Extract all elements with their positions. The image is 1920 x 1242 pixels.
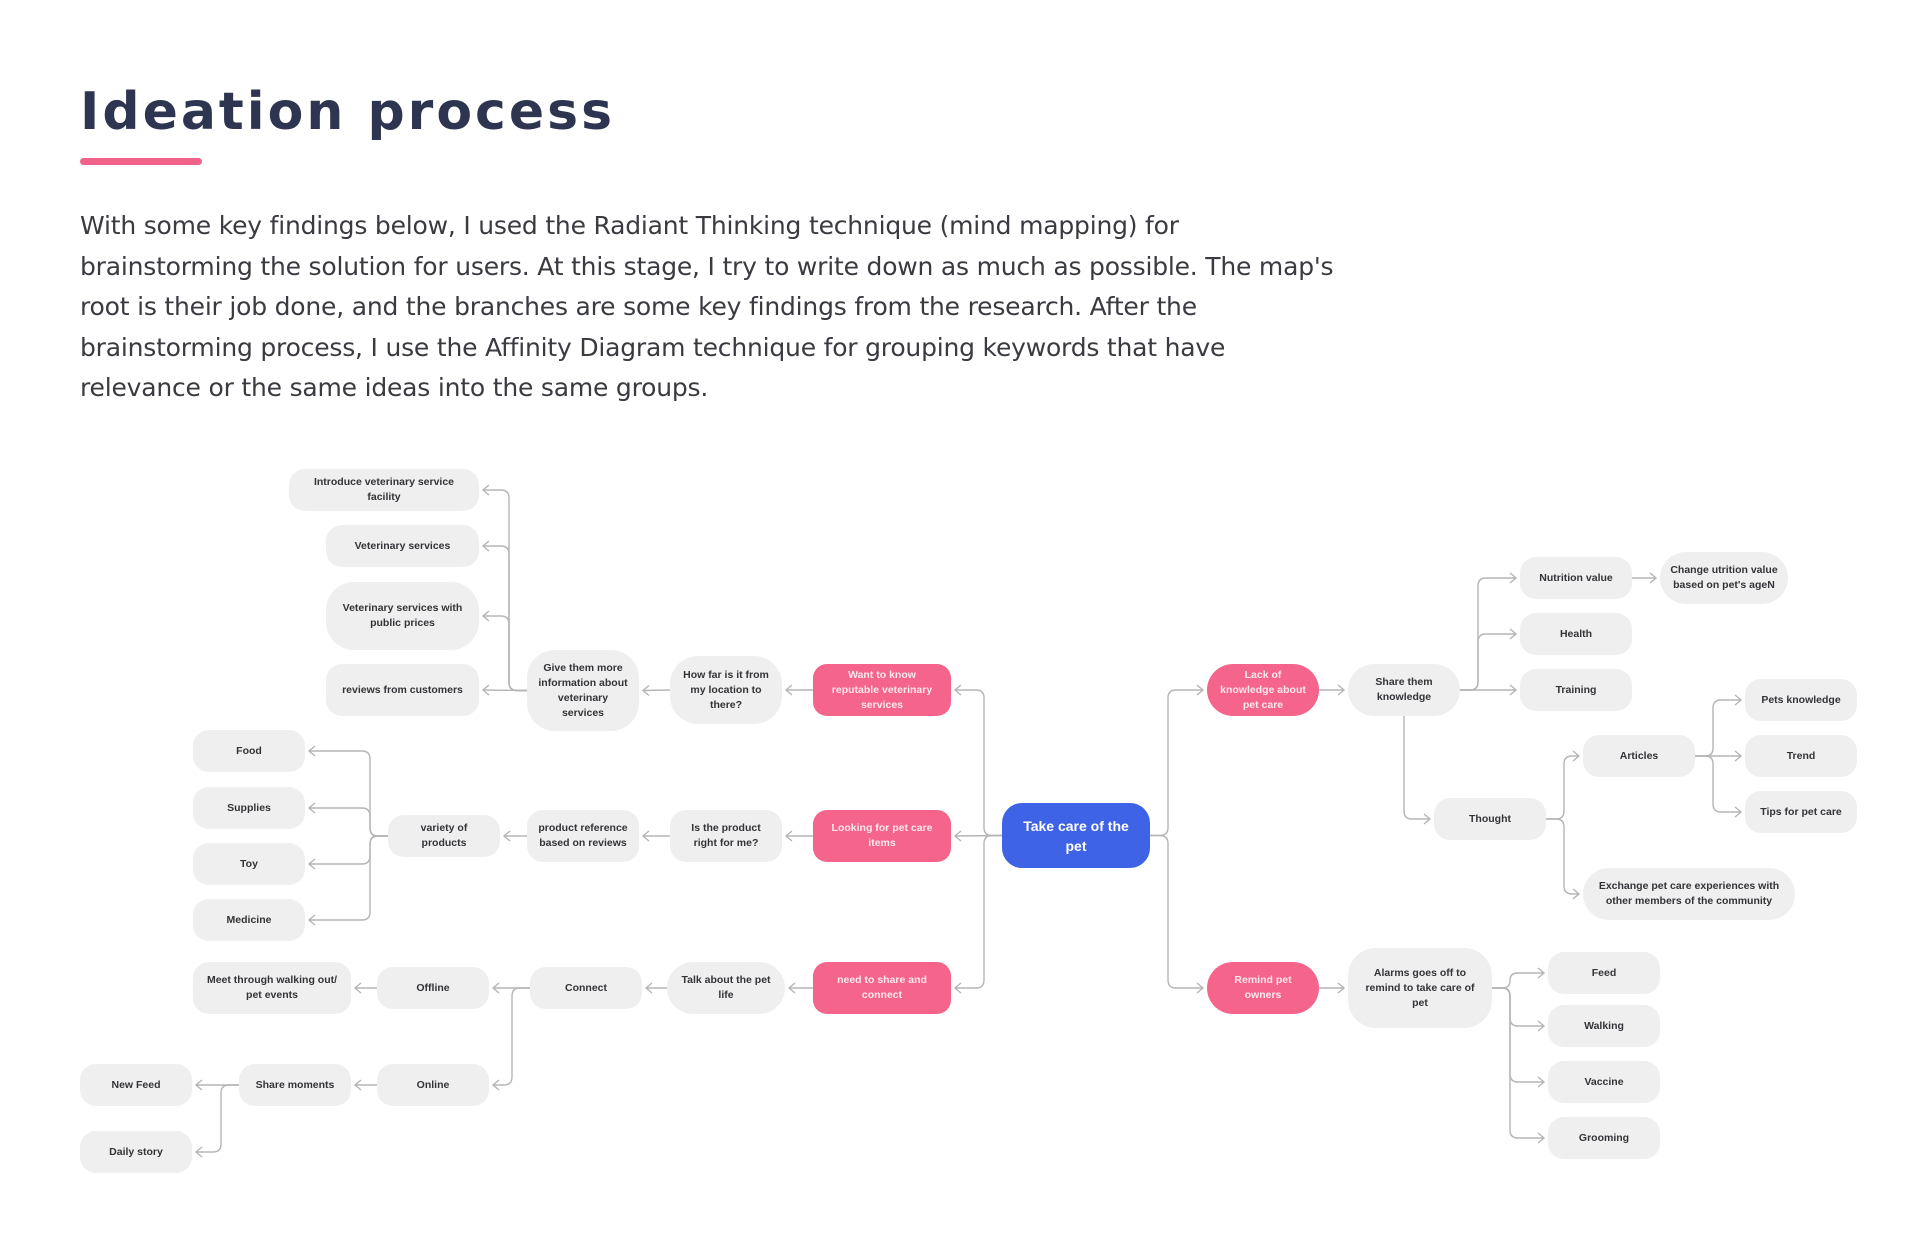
idea-node-trend: Trend xyxy=(1745,735,1857,777)
idea-node-daily-story: Daily story xyxy=(80,1131,192,1173)
connector-line xyxy=(642,689,671,692)
connector-line xyxy=(955,834,1002,989)
connector-layer xyxy=(194,484,1743,1158)
idea-node-product-right: Is the product right for me? xyxy=(670,810,782,862)
connector-line xyxy=(309,835,388,865)
idea-node-online: Online xyxy=(377,1064,489,1106)
finding-node-lack-knowledge: Lack of knowledge about pet care xyxy=(1207,664,1319,716)
connector-line xyxy=(483,545,527,692)
idea-node-pets-knowledge: Pets knowledge xyxy=(1745,679,1857,721)
idea-node-nutrition: Nutrition value xyxy=(1520,557,1632,599)
connector-line xyxy=(196,1084,239,1153)
idea-node-intro-facility: Introduce veterinary service facility xyxy=(289,469,479,511)
connector-line xyxy=(1546,755,1579,820)
idea-node-tips: Tips for pet care xyxy=(1745,791,1857,833)
idea-node-toy: Toy xyxy=(193,843,305,885)
idea-node-connect: Connect xyxy=(530,967,642,1009)
connector-line xyxy=(309,750,388,837)
connector-line xyxy=(1460,633,1516,691)
connector-line xyxy=(483,489,527,692)
idea-node-exchange: Exchange pet care experiences with other… xyxy=(1583,868,1795,920)
connector-line xyxy=(309,807,388,837)
connector-line xyxy=(483,615,527,692)
finding-node-remind: Remind pet owners xyxy=(1207,962,1319,1014)
idea-node-food: Food xyxy=(193,730,305,772)
root-node: Take care of the pet xyxy=(1002,803,1150,868)
connector-line xyxy=(1492,987,1544,1083)
idea-node-grooming: Grooming xyxy=(1548,1117,1660,1159)
idea-node-reviews: reviews from customers xyxy=(326,664,479,716)
idea-node-walking: Walking xyxy=(1548,1005,1660,1047)
connector-line xyxy=(1492,987,1544,1139)
connector-line xyxy=(1150,834,1203,989)
idea-node-share-knowledge: Share them knowledge xyxy=(1348,664,1460,716)
idea-node-medicine: Medicine xyxy=(193,899,305,941)
idea-node-vet-services: Veterinary services xyxy=(326,525,479,567)
idea-node-new-feed: New Feed xyxy=(80,1064,192,1106)
idea-node-vet-prices: Veterinary services with public prices xyxy=(326,582,479,650)
connector-line xyxy=(1695,699,1741,757)
mind-map: Take care of the pet Want to know reputa… xyxy=(0,0,1920,1242)
connector-line xyxy=(1492,987,1544,1027)
idea-node-articles: Articles xyxy=(1583,735,1695,777)
idea-node-talk-pet: Talk about the pet life xyxy=(667,962,785,1014)
connector-line xyxy=(309,835,388,921)
connector-line xyxy=(493,987,530,1086)
connector-line xyxy=(1546,818,1579,895)
idea-node-how-far: How far is it from my location to there? xyxy=(670,656,782,724)
idea-node-product-ref: product reference based on reviews xyxy=(527,810,639,862)
finding-node-want-vet: Want to know reputable veterinary servic… xyxy=(813,664,951,716)
connector-line xyxy=(482,689,528,692)
connector-line xyxy=(1150,689,1203,837)
idea-node-health: Health xyxy=(1520,613,1632,655)
idea-node-training: Training xyxy=(1520,669,1632,711)
idea-node-vaccine: Vaccine xyxy=(1548,1061,1660,1103)
idea-node-share-moments: Share moments xyxy=(239,1064,351,1106)
connector-line xyxy=(955,689,1002,837)
idea-node-alarms: Alarms goes off to remind to take care o… xyxy=(1348,948,1492,1028)
idea-node-supplies: Supplies xyxy=(193,787,305,829)
idea-node-meet: Meet through walking out/ pet events xyxy=(193,962,351,1014)
connector-line xyxy=(1403,716,1430,820)
idea-node-give-info: Give them more information about veterin… xyxy=(527,650,639,731)
connector-line xyxy=(1492,972,1544,989)
finding-node-share-connect: need to share and connect xyxy=(813,962,951,1014)
idea-node-variety: variety of products xyxy=(388,815,500,857)
idea-node-offline: Offline xyxy=(377,967,489,1009)
idea-node-change-nutrition: Change utrition value based on pet's age… xyxy=(1660,552,1788,604)
connector-line xyxy=(1695,755,1741,813)
finding-node-looking-items: Looking for pet care items xyxy=(813,810,951,862)
idea-node-feed: Feed xyxy=(1548,952,1660,994)
idea-node-thought: Thought xyxy=(1434,798,1546,840)
